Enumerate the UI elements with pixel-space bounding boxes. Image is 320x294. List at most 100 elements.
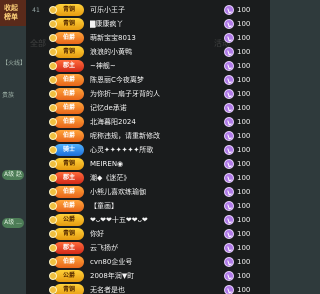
level-badge-label: 伯爵: [62, 132, 75, 139]
crown-icon: [49, 34, 57, 42]
username[interactable]: 心灵✦✦✦✦✦✦所歌: [90, 145, 224, 155]
crown-icon: [49, 62, 57, 70]
ranking-list[interactable]: 41 青铜 可乐小王子 100 青铜 ▇康康疯丫 100 伯爵 萌新宝宝8013 100 青铜 浪浪的…: [26, 0, 270, 294]
username[interactable]: cvn80企业号: [90, 257, 224, 267]
level-badge: 青铜: [49, 18, 84, 30]
level-badge-label: 伯爵: [62, 118, 75, 125]
score-value: 100: [237, 62, 251, 70]
level-badge: 伯爵: [49, 88, 84, 100]
level-badge-label: 青铜: [62, 6, 75, 13]
level-badge: 青铜: [49, 284, 84, 294]
list-item[interactable]: 青铜 无名者是也 100: [26, 282, 270, 294]
score: 100: [224, 229, 264, 239]
coin-icon: [224, 61, 234, 71]
score-value: 100: [237, 132, 251, 140]
level-badge-label: 伯爵: [62, 202, 75, 209]
level-badge: 青铜: [49, 46, 84, 58]
crown-icon: [49, 188, 57, 196]
username[interactable]: 潮◆《迷茫》: [90, 173, 224, 183]
coin-icon: [224, 159, 234, 169]
collapse-ranking-button[interactable]: 收起 榜单: [0, 0, 26, 26]
coin-icon: [224, 271, 234, 281]
score: 100: [224, 159, 264, 169]
score-value: 100: [237, 202, 251, 210]
username[interactable]: 记忆de承诺: [90, 103, 224, 113]
level-badge: 骑士: [49, 144, 84, 156]
score: 100: [224, 19, 264, 29]
score: 100: [224, 201, 264, 211]
background-chip: A级 赵: [2, 170, 24, 180]
score: 100: [224, 5, 264, 15]
level-badge-label: 青铜: [62, 20, 75, 27]
score: 100: [224, 33, 264, 43]
crown-icon: [49, 174, 57, 182]
score-value: 100: [237, 20, 251, 28]
username[interactable]: 【童画】: [90, 201, 224, 211]
score: 100: [224, 285, 264, 294]
level-badge-label: 伯爵: [62, 188, 75, 195]
level-badge-label: 青铜: [62, 286, 75, 293]
coin-icon: [224, 131, 234, 141]
username[interactable]: 可乐小王子: [90, 5, 224, 15]
username[interactable]: 云飞扬が: [90, 243, 224, 253]
score: 100: [224, 61, 264, 71]
score-value: 100: [237, 90, 251, 98]
level-badge: 伯爵: [49, 102, 84, 114]
score-value: 100: [237, 216, 251, 224]
score-value: 100: [237, 76, 251, 84]
score: 100: [224, 271, 264, 281]
level-badge: 公爵: [49, 270, 84, 282]
username[interactable]: 小熊儿喜欢练瑜伽: [90, 187, 224, 197]
score-value: 100: [237, 272, 251, 280]
rank-header-line2: 榜单: [4, 13, 18, 21]
username[interactable]: ❤ᴗ❤❤十五❤❤ᴗ❤: [90, 215, 224, 225]
coin-icon: [224, 145, 234, 155]
crown-icon: [49, 48, 57, 56]
username[interactable]: 无名者是也: [90, 285, 224, 294]
crown-icon: [49, 146, 57, 154]
username[interactable]: 浪浪的小黄鸭: [90, 47, 224, 57]
level-badge: 青铜: [49, 4, 84, 16]
username[interactable]: 你好: [90, 229, 224, 239]
coin-icon: [224, 215, 234, 225]
username[interactable]: 北海暮阳2024: [90, 117, 224, 127]
score-value: 100: [237, 34, 251, 42]
username[interactable]: 呢称违规，请重新修改: [90, 131, 224, 141]
background-chip: A级 ...: [2, 218, 24, 228]
username[interactable]: 陈恩丽C今夜离梦: [90, 75, 224, 85]
coin-icon: [224, 75, 234, 85]
crown-icon: [49, 216, 57, 224]
coin-icon: [224, 187, 234, 197]
score: 100: [224, 47, 264, 57]
level-badge: 郡主: [49, 60, 84, 72]
username[interactable]: 为你折一扇子牙背的人: [90, 89, 224, 99]
score: 100: [224, 173, 264, 183]
level-badge: 伯爵: [49, 74, 84, 86]
coin-icon: [224, 33, 234, 43]
level-badge: 伯爵: [49, 32, 84, 44]
level-badge: 青铜: [49, 228, 84, 240]
crown-icon: [49, 286, 57, 294]
coin-icon: [224, 89, 234, 99]
coin-icon: [224, 285, 234, 294]
score: 100: [224, 187, 264, 197]
level-badge-label: 公爵: [62, 272, 75, 279]
username[interactable]: ~神舰~: [90, 61, 224, 71]
crown-icon: [49, 258, 57, 266]
username[interactable]: 2008年润▼町: [90, 271, 224, 281]
score-value: 100: [237, 118, 251, 126]
crown-icon: [49, 90, 57, 98]
username[interactable]: MEIREN◉: [90, 160, 224, 168]
crown-icon: [49, 104, 57, 112]
level-badge-label: 伯爵: [62, 76, 75, 83]
username[interactable]: ▇康康疯丫: [90, 19, 224, 29]
rank-number: 41: [32, 6, 40, 14]
username[interactable]: 萌新宝宝8013: [90, 33, 224, 43]
crown-icon: [49, 272, 57, 280]
score-value: 100: [237, 146, 251, 154]
coin-icon: [224, 257, 234, 267]
level-badge-label: 郡主: [62, 244, 75, 251]
crown-icon: [49, 230, 57, 238]
crown-icon: [49, 202, 57, 210]
crown-icon: [49, 118, 57, 126]
